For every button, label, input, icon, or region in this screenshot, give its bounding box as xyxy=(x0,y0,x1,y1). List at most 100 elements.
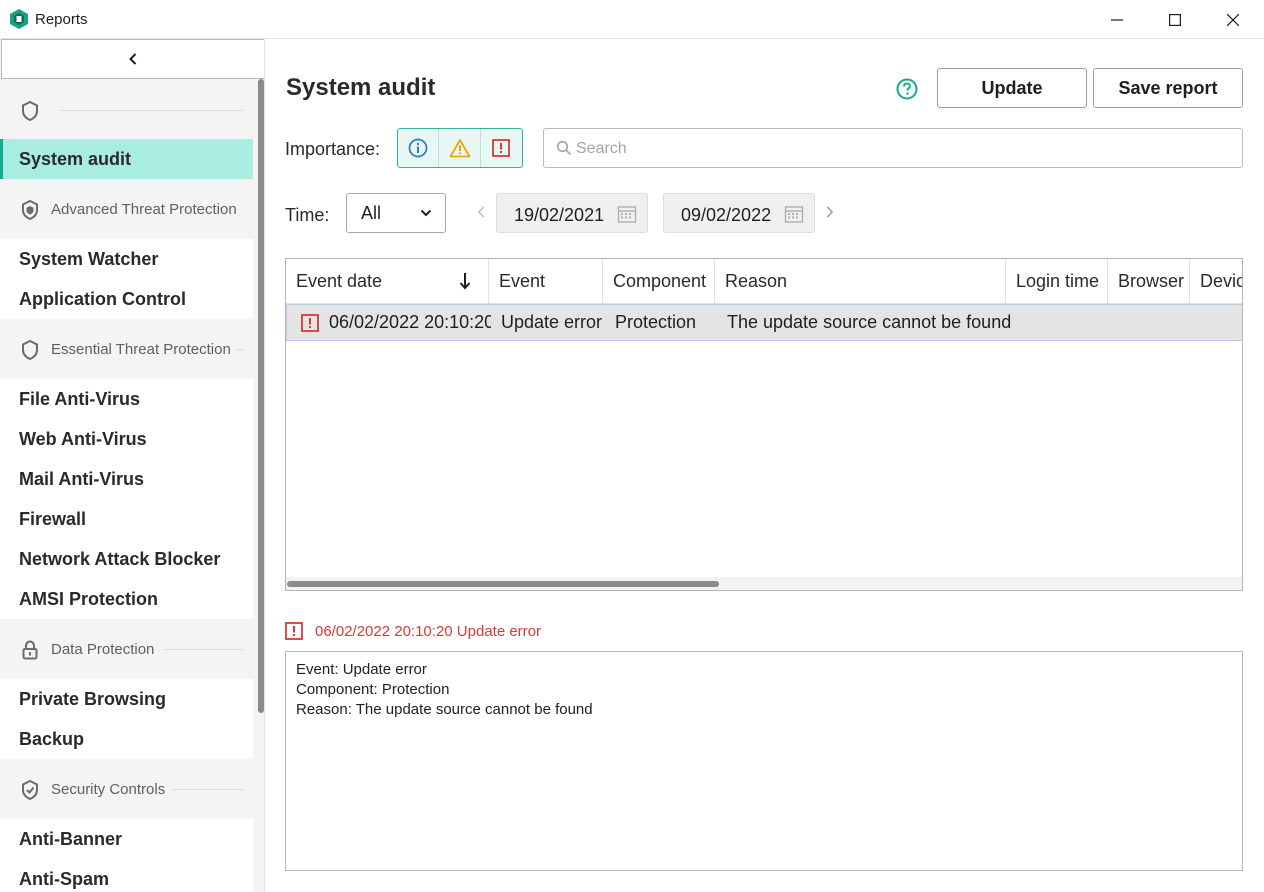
error-icon xyxy=(285,622,303,640)
sidebar-item-application-control[interactable]: Application Control xyxy=(0,279,253,319)
window-title: Reports xyxy=(35,11,88,28)
details-line-reason: Reason: The update source cannot be foun… xyxy=(296,701,593,718)
active-indicator xyxy=(0,139,3,179)
chevron-down-icon xyxy=(420,209,432,217)
sidebar-item-label: System audit xyxy=(19,149,132,169)
column-header-component[interactable]: Component xyxy=(603,259,715,303)
sidebar-item-label: Backup xyxy=(19,729,85,749)
page-title: System audit xyxy=(286,74,436,101)
sidebar-item-file-anti-virus[interactable]: File Anti-Virus xyxy=(0,379,253,419)
events-table: Event date Event Component Reason Login … xyxy=(285,258,1243,591)
importance-info-toggle[interactable] xyxy=(398,129,440,167)
importance-error-toggle[interactable] xyxy=(481,129,522,167)
shield-icon xyxy=(22,199,38,221)
date-from-field[interactable]: 19/02/2021 xyxy=(496,193,648,233)
title-bar: Reports xyxy=(0,0,1264,39)
column-header-label: Reason xyxy=(725,271,788,291)
importance-warning-toggle[interactable] xyxy=(439,129,481,167)
sidebar-section-general xyxy=(0,80,253,140)
column-header-label: Devic xyxy=(1200,271,1243,291)
sidebar-item-label: Anti-Spam xyxy=(19,869,109,889)
time-label: Time: xyxy=(285,205,330,225)
section-divider xyxy=(164,649,243,650)
column-header-label: Event date xyxy=(296,271,383,291)
chevron-left-icon xyxy=(129,53,137,65)
warning-icon xyxy=(449,139,470,158)
shield-icon xyxy=(22,100,38,122)
shield-icon xyxy=(22,339,38,361)
calendar-icon[interactable] xyxy=(617,204,637,224)
sidebar-item-network-attack-blocker[interactable]: Network Attack Blocker xyxy=(0,539,253,579)
table-row[interactable]: 06/02/2022 20:10:20 Update error Protect… xyxy=(286,304,1242,341)
column-header-label: Component xyxy=(613,271,707,291)
collapse-sidebar-button[interactable] xyxy=(1,39,264,79)
column-header-reason[interactable]: Reason xyxy=(715,259,1006,303)
importance-filter-group xyxy=(397,128,523,168)
cell-component: Protection xyxy=(615,312,697,332)
calendar-icon[interactable] xyxy=(784,204,804,224)
sidebar-item-backup[interactable]: Backup xyxy=(0,719,253,759)
section-label: Essential Threat Protection xyxy=(51,341,231,358)
sidebar-item-anti-spam[interactable]: Anti-Spam xyxy=(0,859,253,892)
sidebar-item-label: Anti-Banner xyxy=(19,829,122,849)
sidebar-item-label: Web Anti-Virus xyxy=(19,429,147,449)
section-label: Security Controls xyxy=(51,781,166,798)
details-line-component: Component: Protection xyxy=(296,681,450,698)
sidebar-item-label: Private Browsing xyxy=(19,689,167,709)
table-scrollbar-thumb[interactable] xyxy=(287,581,719,587)
save-report-button[interactable]: Save report xyxy=(1093,68,1243,108)
cell-event: Update error xyxy=(501,312,603,332)
sidebar-item-web-anti-virus[interactable]: Web Anti-Virus xyxy=(0,419,253,459)
column-header-browser[interactable]: Browser xyxy=(1108,259,1190,303)
cell-event-date: 06/02/2022 20:10:20 xyxy=(329,312,491,332)
previous-period-icon[interactable] xyxy=(475,204,487,220)
sidebar-item-anti-banner[interactable]: Anti-Banner xyxy=(0,819,253,859)
sidebar-item-label: System Watcher xyxy=(19,249,159,269)
sidebar-item-amsi-protection[interactable]: AMSI Protection xyxy=(0,579,253,619)
date-to-value: 09/02/2022 xyxy=(681,205,772,225)
sidebar: System audit Advanced Threat Protection … xyxy=(0,39,265,892)
time-range-select[interactable]: All xyxy=(346,193,446,233)
column-header-device[interactable]: Devic xyxy=(1190,259,1243,303)
time-range-value: All xyxy=(361,203,382,223)
sidebar-item-label: AMSI Protection xyxy=(19,589,159,609)
table-header: Event date Event Component Reason Login … xyxy=(286,259,1243,304)
next-period-icon[interactable] xyxy=(824,204,836,220)
column-header-event[interactable]: Event xyxy=(489,259,603,303)
table-horizontal-scrollbar[interactable] xyxy=(286,577,1242,590)
search-input[interactable] xyxy=(576,137,1226,161)
details-title: 06/02/2022 20:10:20 Update error xyxy=(315,623,542,640)
column-header-label: Event xyxy=(499,271,546,291)
date-from-value: 19/02/2021 xyxy=(514,205,605,225)
sidebar-item-private-browsing[interactable]: Private Browsing xyxy=(0,679,253,719)
sidebar-item-system-watcher[interactable]: System Watcher xyxy=(0,239,253,279)
cell-reason: The update source cannot be found xyxy=(727,312,1012,332)
error-icon xyxy=(301,314,319,332)
sort-descending-icon xyxy=(459,273,471,290)
close-icon xyxy=(1227,13,1239,26)
sidebar-item-system-audit[interactable]: System audit xyxy=(0,139,253,179)
error-icon xyxy=(492,139,511,157)
lock-icon xyxy=(22,640,38,660)
sidebar-item-label: File Anti-Virus xyxy=(19,389,141,409)
maximize-button[interactable] xyxy=(1146,0,1204,39)
importance-label: Importance: xyxy=(285,139,381,159)
sidebar-section-data-protection: Data Protection xyxy=(0,619,253,679)
sidebar-scrollbar[interactable] xyxy=(257,79,264,892)
section-divider xyxy=(236,349,243,350)
sidebar-item-firewall[interactable]: Firewall xyxy=(0,499,253,539)
search-icon xyxy=(556,140,572,156)
help-icon[interactable] xyxy=(896,78,918,100)
sidebar-item-mail-anti-virus[interactable]: Mail Anti-Virus xyxy=(0,459,253,499)
section-divider xyxy=(172,789,243,790)
date-to-field[interactable]: 09/02/2022 xyxy=(663,193,815,233)
minimize-button[interactable] xyxy=(1088,0,1146,39)
update-button[interactable]: Update xyxy=(937,68,1087,108)
close-button[interactable] xyxy=(1204,0,1262,39)
column-header-event-date[interactable]: Event date xyxy=(286,259,489,303)
sidebar-section-essential-threat-protection: Essential Threat Protection xyxy=(0,319,253,379)
sidebar-scrollbar-thumb[interactable] xyxy=(258,79,264,713)
sidebar-section-advanced-threat-protection: Advanced Threat Protection xyxy=(0,179,253,239)
column-header-login-time[interactable]: Login time xyxy=(1006,259,1108,303)
sidebar-item-label: Mail Anti-Virus xyxy=(19,469,145,489)
